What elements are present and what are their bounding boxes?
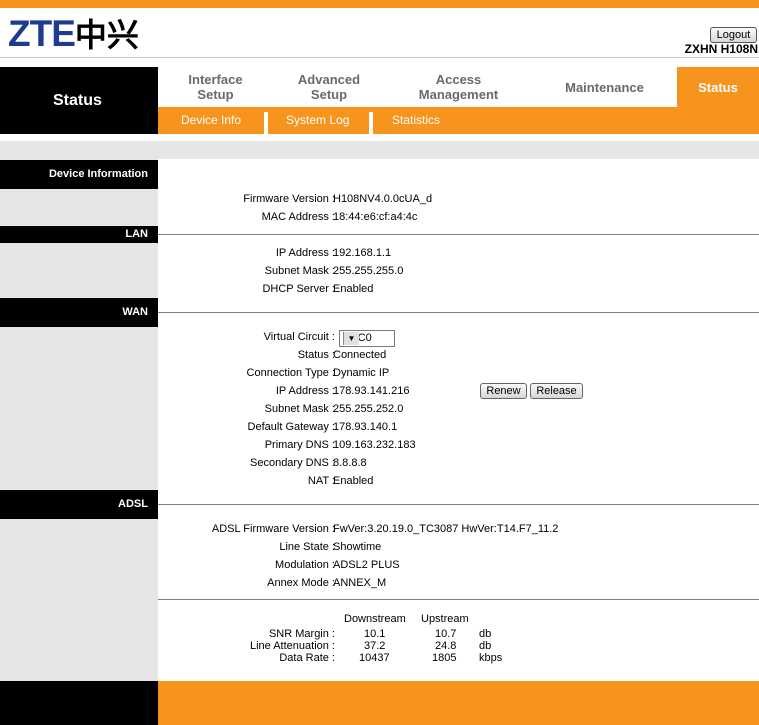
stat-label-snr: SNR Margin : [268,628,335,640]
row-primary-dns: Primary DNS :109.163.232.183 [264,439,416,451]
row-connection-type: Connection Type : Dynamic IP [246,367,390,379]
footer-bar [158,681,759,725]
chevron-down-icon[interactable]: ▼ [343,332,359,345]
subnav-system-log[interactable]: System Log [286,107,349,134]
current-section-title: Status [0,67,158,134]
sub-nav [158,107,759,134]
stat-attenuation-up: 24.8 [435,640,457,652]
header-divider [0,57,759,58]
col-header-downstream: Downstream [344,613,406,625]
subnav-separator [264,112,268,134]
stat-attenuation-down: 37.2 [364,640,386,652]
row-firmware-version: Firmware Version : H108NV4.0.0cUA_d [243,193,433,205]
col-header-upstream: Upstream [421,613,469,625]
nav-advanced-setup[interactable]: Advanced Setup [273,67,385,107]
row-mac-address: MAC Address :18:44:e6:cf:a4:4c [261,211,418,223]
content-top-band [0,141,759,159]
row-wan-subnet: Subnet Mask :255.255.252.0 [264,403,404,415]
footer-left [0,681,158,725]
section-divider [158,312,759,313]
row-modulation: Modulation : ADSL2 PLUS [275,559,400,571]
row-virtual-circuit: Virtual Circuit : [263,331,335,343]
section-header-wan: WAN [0,298,158,327]
nav-status[interactable]: Status [677,67,759,107]
row-wan-ip: IP Address :178.93.141.216 [275,385,410,397]
nav-access-management[interactable]: Access Management [385,67,532,107]
row-secondary-dns: Secondary DNS :8.8.8.8 [250,457,367,469]
release-button[interactable]: Release [530,383,583,399]
virtual-circuit-select[interactable]: PVC0 ▼ [339,330,395,347]
row-lan-dhcp: DHCP Server : Enabled [262,283,374,295]
stat-snr-up: 10.7 [435,628,457,640]
row-default-gateway: Default Gateway :178.93.140.1 [247,421,398,433]
subnav-separator [369,112,373,134]
row-line-state: Line State : Showtime [279,541,382,553]
row-annex-mode: Annex Mode : ANNEX_M [267,577,387,589]
stat-rate-unit: kbps [479,652,503,664]
row-lan-ip: IP Address :192.168.1.1 [275,247,392,259]
subnav-device-info[interactable]: Device Info [181,107,241,134]
nav-maintenance[interactable]: Maintenance [532,67,677,107]
stat-snr-unit: db [479,628,492,640]
zte-logo: ZTE中兴 [8,13,139,54]
stat-rate-up: 1805 [432,652,457,664]
stat-snr-down: 10.1 [364,628,386,640]
row-lan-subnet: Subnet Mask :255.255.255.0 [264,265,404,277]
row-adsl-firmware: ADSL Firmware Version : FwVer:3.20.19.0_T… [211,523,559,535]
subnav-statistics[interactable]: Statistics [392,107,440,134]
top-accent-bar [0,0,759,8]
renew-button[interactable]: Renew [480,383,527,399]
logout-button[interactable]: Logout [710,27,757,43]
stat-label-data-rate: Data Rate : [279,652,335,664]
stat-attenuation-unit: db [479,640,492,652]
row-nat: NAT : Enabled [307,475,374,487]
stat-rate-down: 10437 [359,652,390,664]
nav-interface-setup[interactable]: Interface Setup [158,67,273,107]
section-divider [158,234,759,235]
section-divider [158,504,759,505]
stat-label-attenuation: Line Attenuation : [249,640,335,652]
section-divider [158,599,759,600]
row-wan-status: Status : Connected [297,349,387,361]
device-model: ZXHN H108N [684,42,758,56]
section-header-lan: LAN [0,226,158,243]
section-header-adsl: ADSL [0,490,158,519]
section-header-device-info: Device Information [0,160,158,189]
